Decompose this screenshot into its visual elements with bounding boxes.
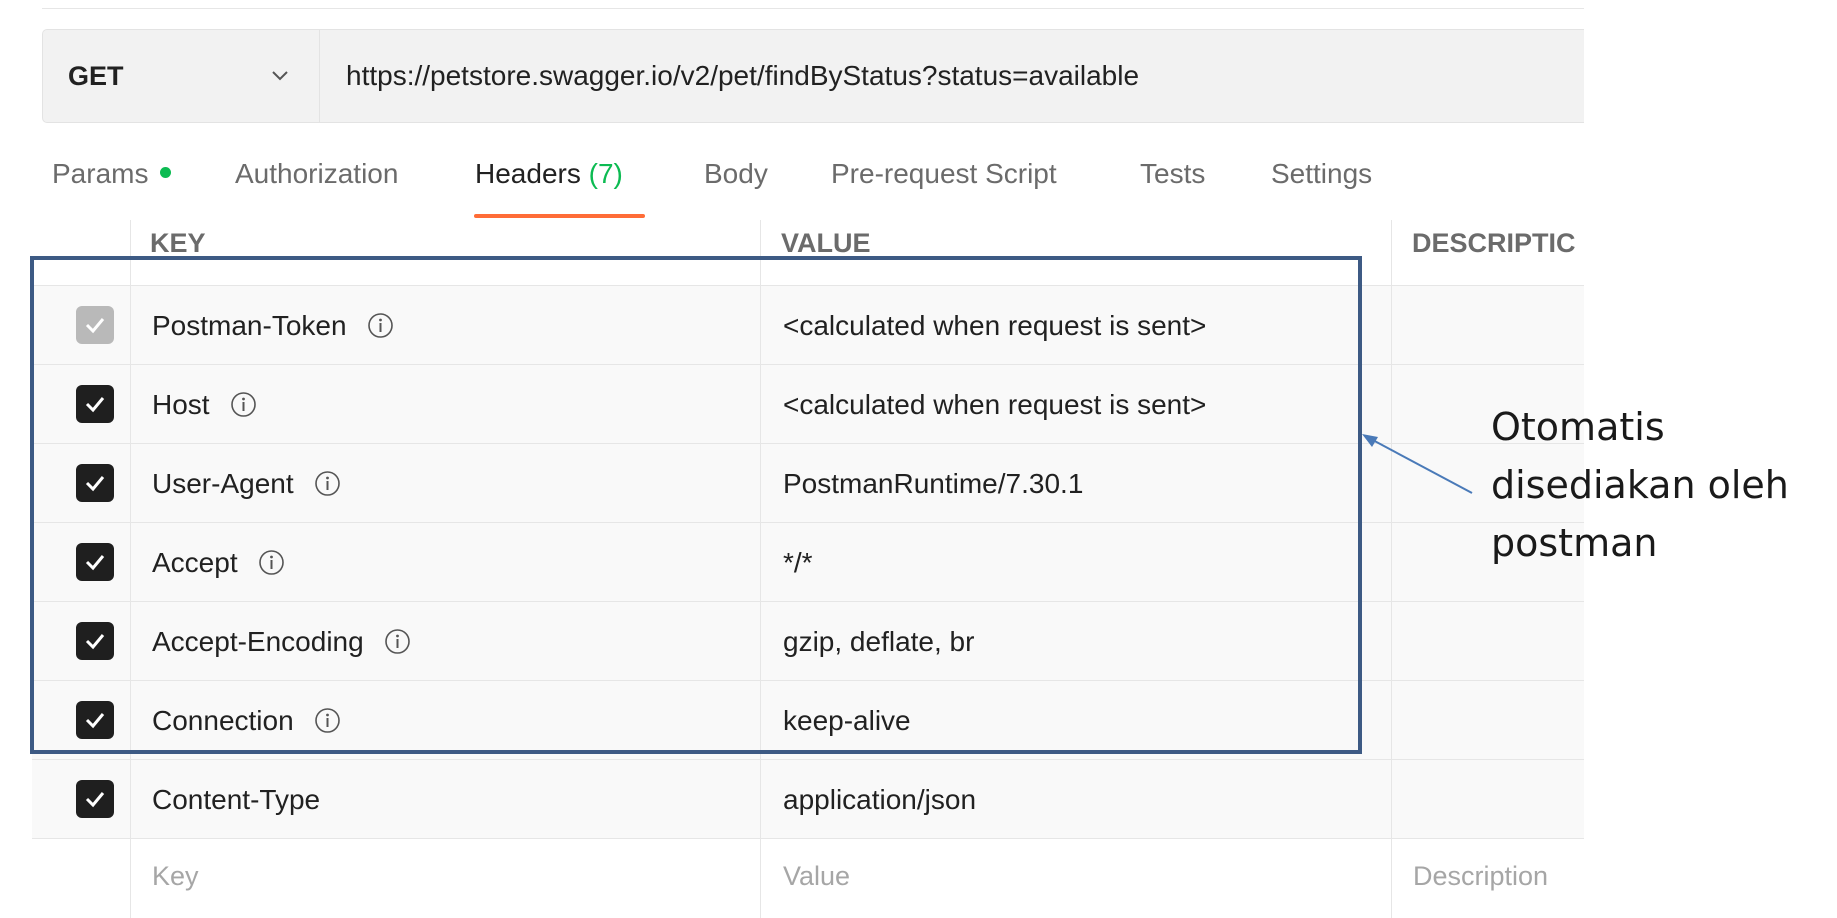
tab-pre-request-script[interactable]: Pre-request Script <box>831 158 1057 190</box>
row-checkbox[interactable] <box>76 464 114 502</box>
tab-tests[interactable]: Tests <box>1140 158 1205 190</box>
column-header-value: VALUE <box>781 228 871 258</box>
tab-body[interactable]: Body <box>704 158 768 190</box>
annotation-line: Otomatis <box>1491 405 1665 449</box>
column-header-key: KEY <box>150 228 206 258</box>
method-select[interactable]: GET <box>43 30 320 122</box>
top-divider <box>42 8 1584 9</box>
params-indicator-dot <box>160 167 172 179</box>
info-icon[interactable] <box>230 391 257 418</box>
tab-settings[interactable]: Settings <box>1271 158 1372 190</box>
column-header-description: DESCRIPTIC <box>1412 228 1576 258</box>
header-key-cell[interactable]: Content-Type <box>152 760 320 839</box>
header-value-cell[interactable]: application/json <box>783 760 976 839</box>
header-key-text: Host <box>152 388 210 420</box>
header-key-text: Postman-Token <box>152 309 347 341</box>
new-key-input[interactable]: Key <box>152 839 199 913</box>
new-description-input[interactable]: Description <box>1413 839 1548 913</box>
table-row: Host <calculated when request is sent> <box>32 365 1584 444</box>
checkmark-icon <box>85 476 105 492</box>
headers-count: (7) <box>588 158 623 189</box>
header-key-cell[interactable]: Postman-Token <box>152 286 394 365</box>
url-input[interactable]: https://petstore.swagger.io/v2/pet/findB… <box>320 60 1139 92</box>
table-row: User-Agent PostmanRuntime/7.30.1 <box>32 444 1584 523</box>
row-checkbox[interactable] <box>76 385 114 423</box>
active-tab-indicator <box>474 214 645 218</box>
row-checkbox[interactable] <box>76 622 114 660</box>
annotation-line: postman <box>1491 521 1658 565</box>
header-value-cell[interactable]: keep-alive <box>783 681 911 760</box>
checkmark-icon <box>85 792 105 808</box>
checkmark-icon <box>85 713 105 729</box>
row-checkbox[interactable] <box>76 701 114 739</box>
header-value-cell[interactable]: */* <box>783 523 813 602</box>
table-header-row: KEY VALUE DESCRIPTIC <box>32 220 1584 286</box>
new-value-input[interactable]: Value <box>783 839 850 913</box>
row-checkbox[interactable] <box>76 543 114 581</box>
annotation-text: Otomatis disediakan oleh postman <box>1491 398 1789 572</box>
table-row: Connection keep-alive <box>32 681 1584 760</box>
new-header-row: Key Value Description <box>32 839 1584 918</box>
header-value-cell[interactable]: PostmanRuntime/7.30.1 <box>783 444 1083 523</box>
header-key-cell[interactable]: Accept-Encoding <box>152 602 411 681</box>
checkmark-icon <box>85 634 105 650</box>
header-key-text: Accept <box>152 546 238 578</box>
header-key-cell[interactable]: Connection <box>152 681 341 760</box>
header-key-text: Connection <box>152 704 294 736</box>
tab-params[interactable]: Params <box>52 158 172 190</box>
row-checkbox[interactable] <box>76 306 114 344</box>
table-row: Postman-Token <calculated when request i… <box>32 286 1584 365</box>
header-key-cell[interactable]: Accept <box>152 523 285 602</box>
header-key-text: User-Agent <box>152 467 294 499</box>
info-icon[interactable] <box>367 312 394 339</box>
chevron-down-icon <box>272 71 288 81</box>
table-row: Content-Type application/json <box>32 760 1584 839</box>
info-icon[interactable] <box>314 470 341 497</box>
header-key-text: Accept-Encoding <box>152 625 364 657</box>
info-icon[interactable] <box>258 549 285 576</box>
tab-headers[interactable]: Headers (7) <box>475 158 623 190</box>
request-bar: GET https://petstore.swagger.io/v2/pet/f… <box>42 29 1584 123</box>
header-key-cell[interactable]: User-Agent <box>152 444 341 523</box>
method-label: GET <box>68 60 124 91</box>
table-row: Accept-Encoding gzip, deflate, br <box>32 602 1584 681</box>
checkmark-icon <box>85 555 105 571</box>
request-tabs: Params Authorization Headers (7) Body Pr… <box>0 158 1584 222</box>
table-row: Accept */* <box>32 523 1584 602</box>
row-checkbox[interactable] <box>76 780 114 818</box>
tab-params-label: Params <box>52 158 149 189</box>
header-value-cell[interactable]: <calculated when request is sent> <box>783 365 1206 444</box>
tab-headers-label: Headers <box>475 158 581 189</box>
header-key-cell[interactable]: Host <box>152 365 257 444</box>
info-icon[interactable] <box>314 707 341 734</box>
checkmark-icon <box>85 397 105 413</box>
header-value-cell[interactable]: gzip, deflate, br <box>783 602 974 681</box>
header-value-cell[interactable]: <calculated when request is sent> <box>783 286 1206 365</box>
checkmark-icon <box>85 318 105 334</box>
info-icon[interactable] <box>384 628 411 655</box>
tab-authorization[interactable]: Authorization <box>235 158 398 190</box>
annotation-line: disediakan oleh <box>1491 463 1789 507</box>
